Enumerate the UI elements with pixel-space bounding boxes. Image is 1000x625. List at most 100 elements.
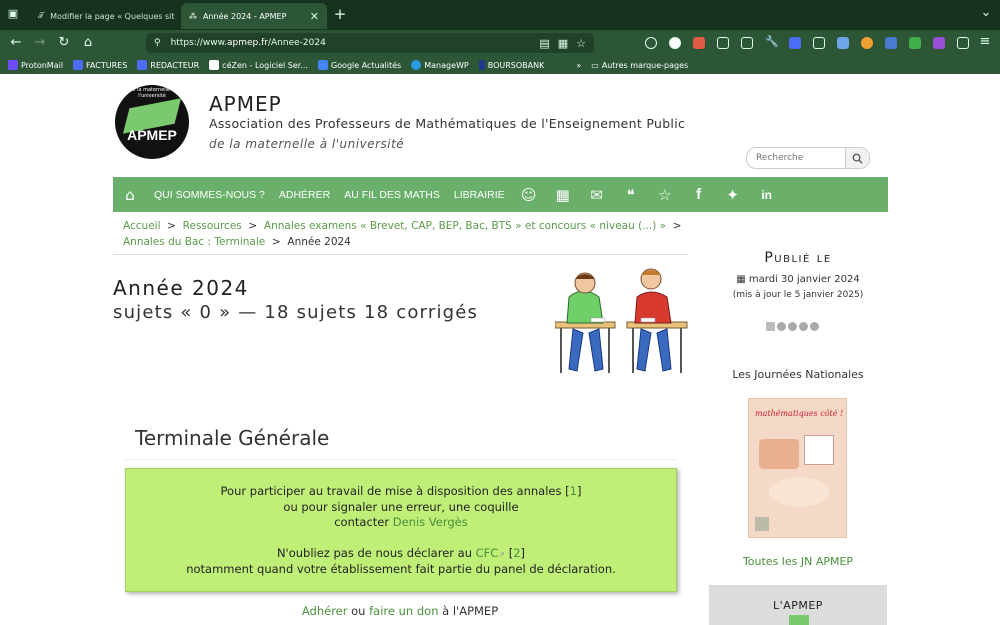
bookmark-managewp[interactable]: ManageWP (411, 60, 469, 70)
menu-au-fil-des-maths[interactable]: AU FIL DES MATHS (337, 189, 447, 201)
footnote-link-1[interactable]: 1 (570, 484, 577, 498)
extension-apps-icon[interactable] (741, 37, 753, 49)
extension-p-icon[interactable] (669, 37, 681, 49)
apps-icon[interactable]: ▦ (558, 37, 568, 50)
folder-icon: ▭ (591, 60, 599, 70)
page-subtitle: sujets « 0 » — 18 sujets 18 corrigés (113, 302, 479, 323)
facebook-icon[interactable]: f (682, 186, 716, 203)
footnote-link-2[interactable]: 2 (513, 546, 520, 560)
extension-purple-icon[interactable] (933, 37, 945, 49)
back-icon[interactable]: ← (5, 35, 27, 50)
poster-qr-code (755, 517, 769, 531)
published-date-text: mardi 30 janvier 2024 (748, 274, 860, 285)
breadcrumb-ressources[interactable]: Ressources (183, 220, 242, 232)
students-illustration (555, 268, 688, 373)
comments-icon[interactable]: ❝ (614, 186, 648, 204)
all-jn-link[interactable]: Toutes les JN APMEP (708, 555, 888, 568)
envelope-icon[interactable]: ✉ (580, 186, 614, 204)
tab-label: Année 2024 - APMEP (203, 11, 287, 21)
bookmark-star-icon[interactable]: ☆ (576, 37, 586, 50)
breadcrumb-annales-examens[interactable]: Annales examens « Brevet, CAP, BEP, Bac,… (264, 220, 666, 232)
tab-modifier-page[interactable]: 𝒯 Modifier la page « Quelques sit ✕ (30, 3, 178, 29)
bookmark-protonmail[interactable]: ProtonMail (8, 60, 63, 70)
tab-overview-icon[interactable]: ▣ (2, 7, 24, 20)
apmep-logo[interactable]: de la maternelle à l'université APMEP (115, 85, 189, 159)
poster-text: mathématiques côté ! (755, 409, 844, 418)
adherer-text: à l'APMEP (438, 604, 499, 618)
apmep-favicon-icon: ⁂ (189, 11, 197, 21)
bookmark-autres-marque-pages[interactable]: ▭ Autres marque-pages (591, 61, 688, 70)
bookmark-google-actualites[interactable]: Google Actualités (317, 60, 401, 70)
new-tab-icon[interactable]: + (329, 5, 351, 23)
journees-nationales-poster[interactable]: mathématiques côté ! (748, 398, 847, 538)
poster-decoration (759, 439, 799, 469)
menu-qui-sommes-nous[interactable]: QUI SOMMES-NOUS ? (147, 189, 272, 201)
bookmark-cezen[interactable]: céZen - Logiciel Ser... (209, 60, 308, 70)
breadcrumb: Accueil > Ressources > Annales examens «… (123, 220, 682, 248)
share-buttons (766, 322, 819, 331)
wrench-icon[interactable]: 🔧 (765, 35, 779, 48)
linkedin-icon[interactable]: in (750, 188, 784, 202)
site-tagline: de la maternelle à l'université (209, 137, 405, 151)
bookmark-redacteur[interactable]: REDACTEUR (137, 60, 199, 70)
site-title[interactable]: APMEP (209, 92, 282, 116)
search-input[interactable] (747, 148, 845, 168)
menu-icon[interactable]: ≡ (974, 34, 996, 49)
breadcrumb-accueil[interactable]: Accueil (123, 220, 161, 232)
more-bookmarks-chevron-icon[interactable]: » (576, 61, 581, 70)
extension-grid-icon[interactable] (717, 37, 729, 49)
site-info-icon[interactable]: ⚲ (154, 38, 161, 48)
home-icon[interactable]: ⌂ (113, 186, 147, 204)
twitter-icon[interactable]: ✦ (716, 186, 750, 204)
bookmark-label: FACTURES (86, 60, 128, 70)
menu-librairie[interactable]: LIBRAIRIE (447, 189, 512, 201)
notice-line: contacter Denis Vergès (126, 515, 676, 531)
notice-line: ou pour signaler une erreur, une coquill… (283, 499, 519, 514)
extension-wave-icon[interactable] (813, 37, 825, 49)
calendar-icon: ▦ (736, 274, 746, 285)
user-icon[interactable]: ☺ (512, 186, 546, 204)
boursobank-icon (478, 60, 485, 70)
lapm-block: L'APMEP (709, 585, 887, 625)
extension-coin-icon[interactable] (861, 37, 873, 49)
star-icon[interactable]: ☆ (648, 186, 682, 204)
extension-blue-icon[interactable] (885, 37, 897, 49)
pocket-icon[interactable] (645, 37, 657, 49)
forward-icon[interactable]: → (29, 35, 51, 50)
extension-green-icon[interactable] (909, 37, 921, 49)
bookmark-factures[interactable]: FACTURES (73, 60, 127, 70)
site-subtitle: Association des Professeurs de Mathémati… (209, 116, 686, 131)
tab-list-chevron-icon[interactable]: ⌄ (975, 5, 997, 20)
bookmark-boursobank[interactable]: BOURSOBANK (478, 60, 544, 70)
twitter-share-icon[interactable] (810, 322, 819, 331)
tab-annee-2024[interactable]: ⁂ Année 2024 - APMEP ✕ (181, 3, 327, 29)
faire-un-don-link[interactable]: faire un don (369, 604, 438, 618)
logo-arc-text: de la maternelle à l'université (129, 87, 175, 99)
close-tab-icon[interactable]: ✕ (310, 10, 319, 23)
search-button[interactable] (845, 148, 869, 168)
redacteur-icon (137, 60, 148, 70)
published-heading: Publié le (764, 250, 832, 266)
extension-camera-icon[interactable] (693, 37, 705, 49)
page-title: Année 2024 (113, 276, 249, 300)
email-share-icon[interactable] (766, 322, 775, 331)
url-bar[interactable]: ⚲ https://www. apmep.fr/Annee-2024 ▤ ▦ ☆ (146, 33, 594, 53)
breadcrumb-annales-bac-terminale[interactable]: Annales du Bac : Terminale (123, 236, 265, 248)
facebook-share-icon[interactable] (777, 322, 786, 331)
extensions-puzzle-icon[interactable] (957, 37, 969, 49)
extension-doc-icon[interactable] (837, 37, 849, 49)
extension-d-icon[interactable] (789, 37, 801, 49)
menu-adherer[interactable]: ADHÉRER (272, 189, 337, 201)
home-icon[interactable]: ⌂ (77, 35, 99, 50)
adherer-link[interactable]: Adhérer (302, 604, 348, 618)
notice-text: Pour participer au travail de mise à dis… (220, 484, 570, 498)
linkedin-share-icon[interactable] (788, 322, 797, 331)
calendar-icon[interactable]: ▦ (546, 186, 580, 204)
reload-icon[interactable]: ↻ (53, 35, 75, 50)
notice-text: contacter (334, 515, 393, 529)
cfc-link[interactable]: CFC (476, 546, 499, 560)
contact-denis-verges-link[interactable]: Denis Vergès (393, 515, 468, 529)
print-share-icon[interactable] (799, 322, 808, 331)
reader-view-icon[interactable]: ▤ (539, 37, 549, 50)
main-menu: ⌂ QUI SOMMES-NOUS ? ADHÉRER AU FIL DES M… (113, 177, 888, 212)
